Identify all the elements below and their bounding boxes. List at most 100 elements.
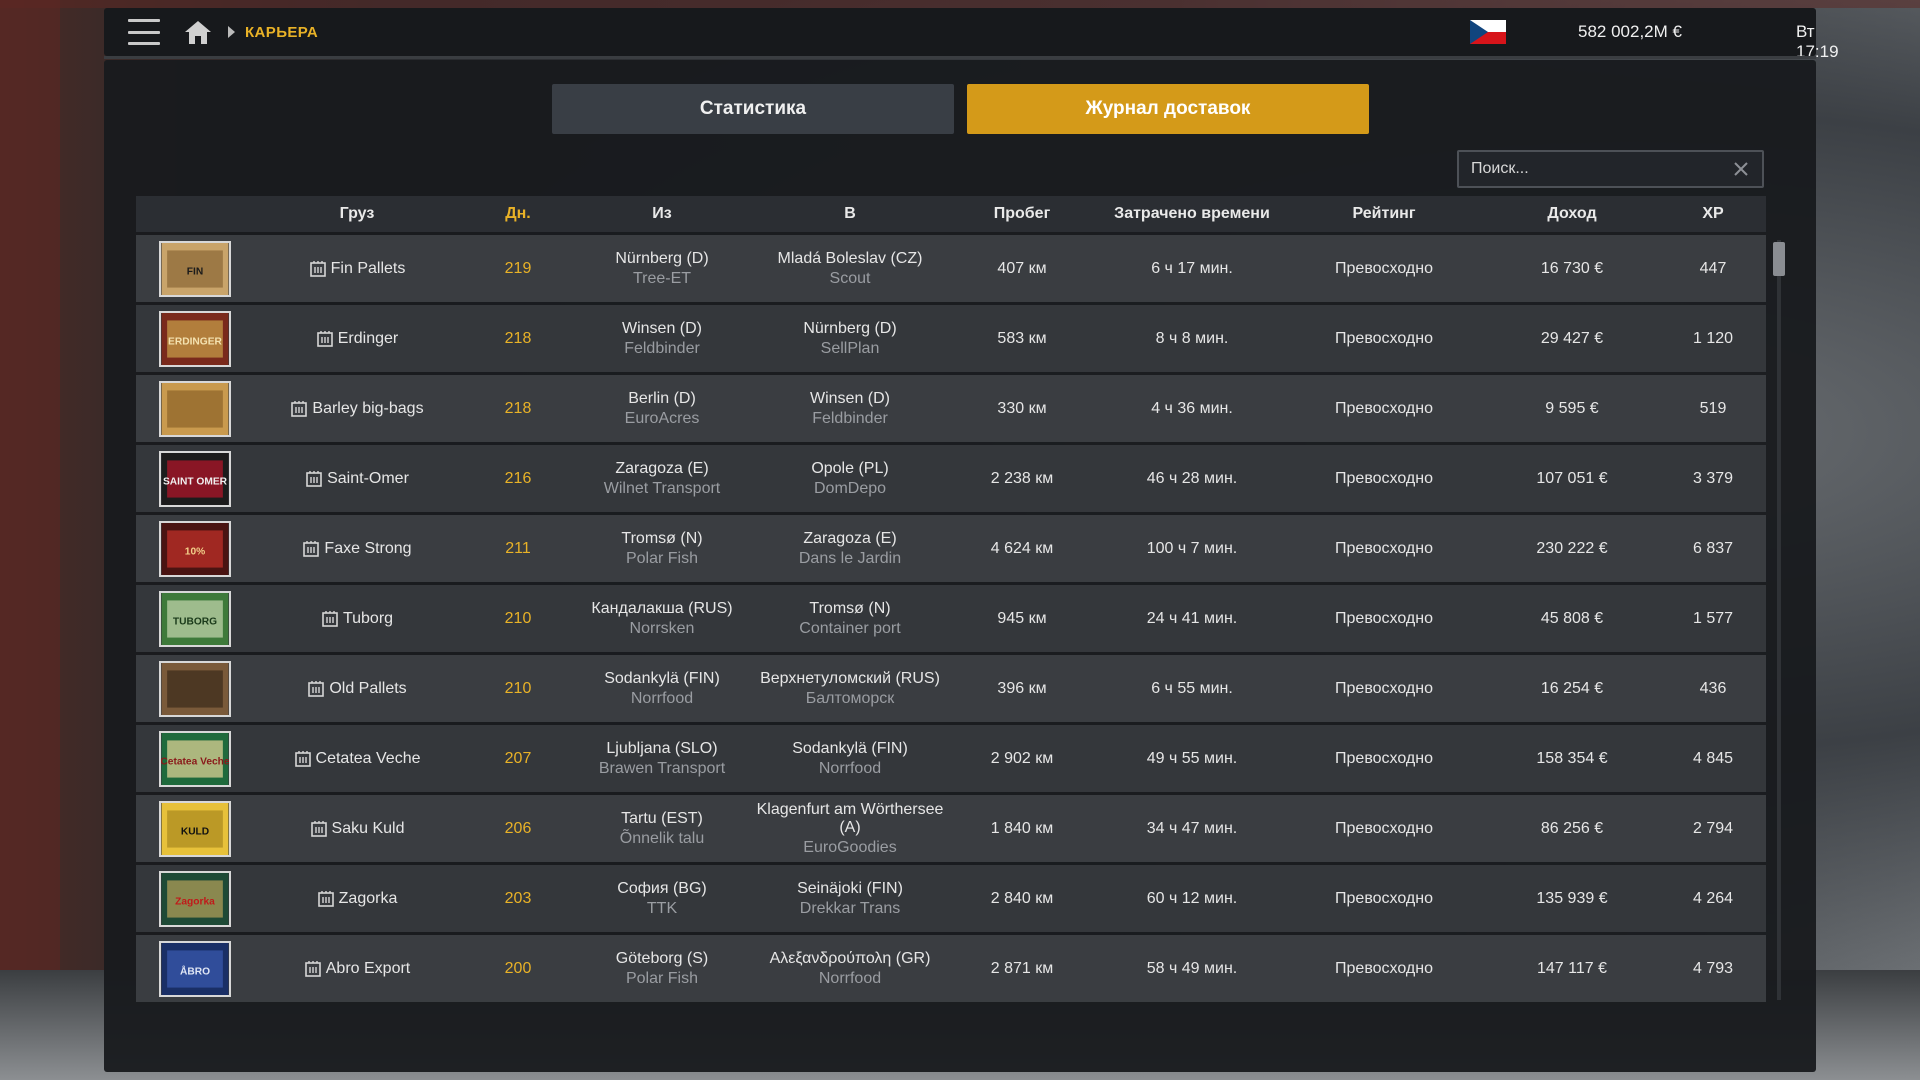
income-cell: 147 117 €: [1537, 959, 1607, 977]
from-company: Polar Fish: [625, 969, 699, 987]
cargo-name: Abro Export: [325, 959, 411, 977]
header-xp[interactable]: XP: [1660, 205, 1766, 223]
background-beam-left: [0, 0, 60, 1080]
days-cell: 218: [504, 329, 532, 347]
cargo-cell: Saku Kuld: [246, 820, 468, 838]
xp-cell: 3 379: [1692, 469, 1734, 487]
xp-cell: 4 793: [1692, 959, 1734, 977]
cargo-image-cell: [136, 380, 246, 437]
table-row[interactable]: TUBORG Tuborg 210 Кандалакша (RUS) Norrsken T…: [136, 585, 1766, 652]
header-income[interactable]: Доход: [1484, 205, 1660, 223]
xp-cell: 447: [1699, 259, 1727, 277]
header-days[interactable]: Дн.: [468, 205, 568, 223]
thumbnail-text: Cetatea Veche: [160, 756, 230, 767]
header-rating[interactable]: Рейтинг: [1284, 205, 1484, 223]
thumbnail-text: ÅBRO: [180, 964, 210, 977]
tab-delivery-log[interactable]: Журнал доставок: [967, 84, 1369, 134]
income-cell: 45 808 €: [1540, 609, 1604, 627]
cargo-box-icon: [322, 610, 338, 627]
cargo-box-icon: [306, 470, 322, 487]
cargo-box-icon: [294, 750, 311, 767]
thumbnail-text: Zagorka: [175, 896, 215, 907]
from-company: Tree-ET: [632, 269, 692, 287]
background-beam-top: [0, 0, 1920, 8]
to-city: Klagenfurt am Wörthersee (A): [756, 800, 944, 836]
distance-cell: 583 км: [997, 329, 1047, 347]
to-company: SellPlan: [820, 339, 880, 357]
to-cell: Opole (PL) DomDepo: [756, 460, 944, 498]
cargo-name: Tuborg: [342, 609, 394, 627]
cargo-name: Zagorka: [338, 889, 398, 907]
cargo-image-cell: 10%: [136, 520, 246, 577]
table-row[interactable]: ÅBRO Abro Export 200 Göteborg (S) Polar Fish…: [136, 935, 1766, 1002]
rating-cell: Превосходно: [1335, 539, 1433, 557]
home-icon[interactable]: [184, 19, 212, 45]
rating-cell: Превосходно: [1335, 959, 1433, 977]
table-row[interactable]: 10% Faxe Strong 211 Tromsø (N) Polar Fish Zar…: [136, 515, 1766, 582]
table-row[interactable]: Cetatea Veche Cetatea Veche 207 Ljubljana (…: [136, 725, 1766, 792]
scrollbar-thumb[interactable]: [1773, 242, 1785, 276]
top-bar: КАРЬЕРА 582 002,2M € Вт 17:19: [104, 8, 1839, 61]
distance-cell: 407 км: [997, 259, 1047, 277]
close-icon[interactable]: [1732, 160, 1750, 178]
table-row[interactable]: Barley big-bags 218 Berlin (D) EuroAcres Win…: [136, 375, 1766, 442]
cargo-thumbnail: TUBORG: [159, 590, 231, 647]
to-company: Dans le Jardin: [798, 549, 902, 567]
days-cell: 207: [504, 749, 532, 767]
cargo-image-cell: ERDINGER: [136, 310, 246, 367]
to-cell: Tromsø (N) Container port: [756, 600, 944, 638]
time-cell: 34 ч 47 мин.: [1146, 819, 1238, 837]
search-input[interactable]: [1459, 160, 1732, 178]
cargo-image-cell: FIN: [136, 240, 246, 297]
income-cell: 158 354 €: [1536, 749, 1608, 767]
hamburger-menu-icon[interactable]: [128, 19, 160, 45]
xp-cell: 4 845: [1692, 749, 1734, 767]
from-city: София (BG): [617, 879, 707, 897]
from-company: Wilnet Transport: [603, 479, 721, 497]
to-company: Norrfood: [818, 969, 882, 987]
from-company: Õnnelik talu: [619, 829, 705, 847]
table-row[interactable]: Old Pallets 210 Sodankylä (FIN) Norrfood Вер…: [136, 655, 1766, 722]
to-city: Winsen (D): [809, 389, 890, 407]
to-company: Container port: [799, 619, 901, 637]
header-distance[interactable]: Пробег: [944, 205, 1100, 223]
from-cell: Tromsø (N) Polar Fish: [568, 530, 756, 568]
table-row[interactable]: SAINT OMER Saint-Omer 216 Zaragoza (E) Wilne…: [136, 445, 1766, 512]
header-time[interactable]: Затрачено времени: [1100, 205, 1284, 223]
distance-cell: 396 км: [997, 679, 1047, 697]
days-cell: 211: [505, 539, 531, 557]
table-row[interactable]: KULD Saku Kuld 206 Tartu (EST) Õnnelik talu K…: [136, 795, 1766, 862]
from-cell: Кандалакша (RUS) Norrsken: [568, 600, 756, 638]
cargo-thumbnail: ERDINGER: [159, 310, 231, 367]
table-row[interactable]: Zagorka Zagorka 203 София (BG) TTK Seinäjoki …: [136, 865, 1766, 932]
xp-cell: 1 577: [1692, 609, 1734, 627]
to-company: EuroGoodies: [803, 838, 897, 856]
xp-cell: 436: [1699, 679, 1727, 697]
career-panel: Статистика Журнал доставок Груз Дн. Из В…: [104, 60, 1816, 1072]
to-cell: Αλεξανδρούπολη (GR) Norrfood: [756, 950, 944, 988]
cargo-box-icon: [308, 680, 325, 697]
to-city: Sodankylä (FIN): [792, 739, 908, 757]
to-cell: Seinäjoki (FIN) Drekkar Trans: [756, 880, 944, 918]
czech-flag-icon: [1470, 20, 1506, 44]
table-row[interactable]: FIN Fin Pallets 219 Nürnberg (D) Tree-ET Mlad…: [136, 235, 1766, 302]
header-to[interactable]: В: [756, 205, 944, 223]
search-box: [1457, 150, 1764, 188]
cargo-thumbnail: FIN: [159, 240, 231, 297]
to-cell: Sodankylä (FIN) Norrfood: [756, 740, 944, 778]
rating-cell: Превосходно: [1335, 259, 1433, 277]
from-company: EuroAcres: [624, 409, 700, 427]
top-bar-divider: [104, 56, 1816, 59]
cargo-box-icon: [303, 540, 320, 557]
cargo-thumbnail: 10%: [159, 520, 231, 577]
breadcrumb-career[interactable]: КАРЬЕРА: [245, 24, 318, 41]
tab-statistics[interactable]: Статистика: [552, 84, 954, 134]
table-row[interactable]: ERDINGER Erdinger 218 Winsen (D) Feldbinder N…: [136, 305, 1766, 372]
header-cargo[interactable]: Груз: [246, 205, 468, 223]
days-cell: 219: [504, 259, 532, 277]
scrollbar-track[interactable]: [1777, 240, 1781, 1000]
distance-cell: 2 840 км: [990, 889, 1054, 907]
cargo-cell: Cetatea Veche: [246, 750, 468, 768]
cargo-image-cell: KULD: [136, 800, 246, 857]
header-from[interactable]: Из: [568, 205, 756, 223]
